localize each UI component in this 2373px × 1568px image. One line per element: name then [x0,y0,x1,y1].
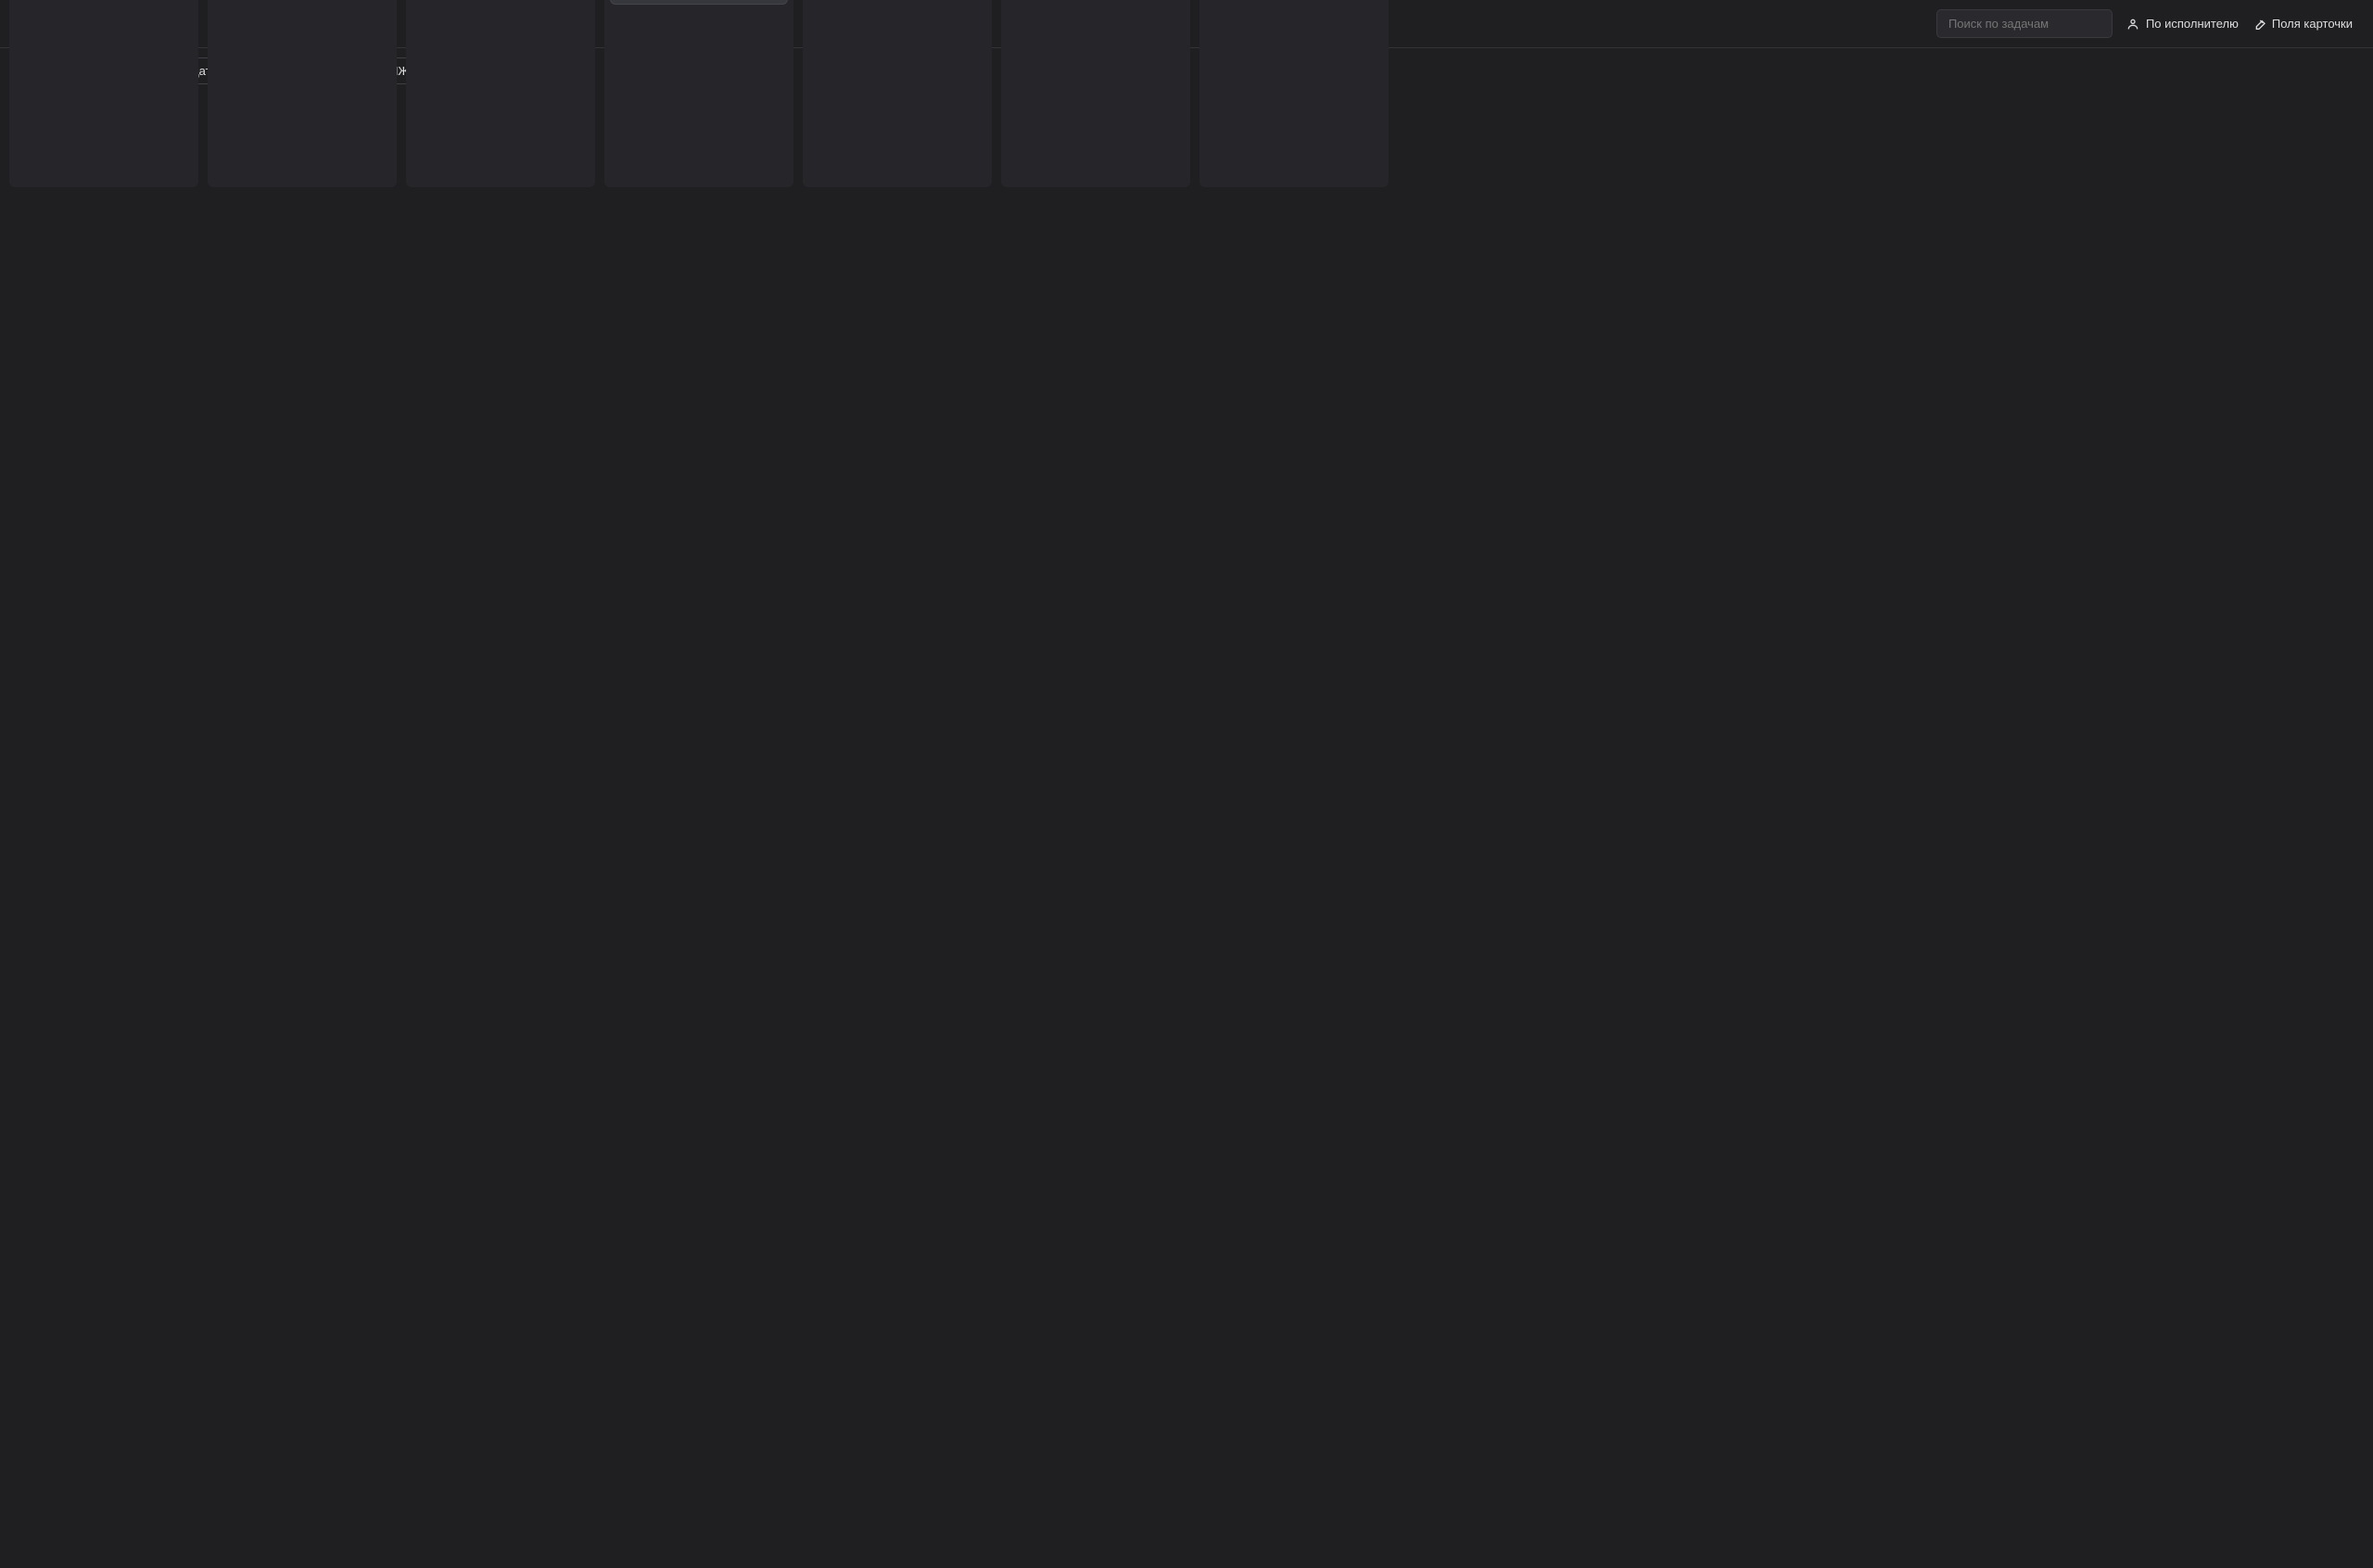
column-body: MARKETING-71spПубликации в СМИВ работе: … [604,0,793,187]
card-fields-button[interactable]: Поля карточки [2252,17,2353,32]
column-body [1001,0,1190,187]
by-assignee-button[interactable]: По исполнителю [2126,17,2239,32]
column-body-wrap [1001,0,1190,187]
column-body-wrap [406,0,595,187]
column-body [406,0,595,187]
column-body-wrap: MARKETI... -118spВстречи с ТимуромОткрыт… [9,0,198,187]
by-assignee-label: По исполнителю [2146,17,2239,31]
column-body-wrap: MARKETING-71spПубликации в СМИВ работе: … [604,0,793,187]
column-body-wrap [208,0,397,187]
column-body-wrap [803,0,992,187]
column-body-wrap: Новый сайт спортплощадкиMARKETING-44spРа… [1199,0,1389,187]
column-body [803,0,992,187]
column-body [208,0,397,187]
issue-card[interactable]: MARKETI... -171spЯДиректВ работе: 2мес 3… [610,0,788,5]
column-body: Новый сайт спортплощадкиMARKETING-44spРа… [1199,0,1389,187]
search-input[interactable] [1936,9,2113,38]
column-body: MARKETI... -118spВстречи с ТимуромОткрыт… [9,0,198,187]
card-fields-label: Поля карточки [2272,17,2353,31]
